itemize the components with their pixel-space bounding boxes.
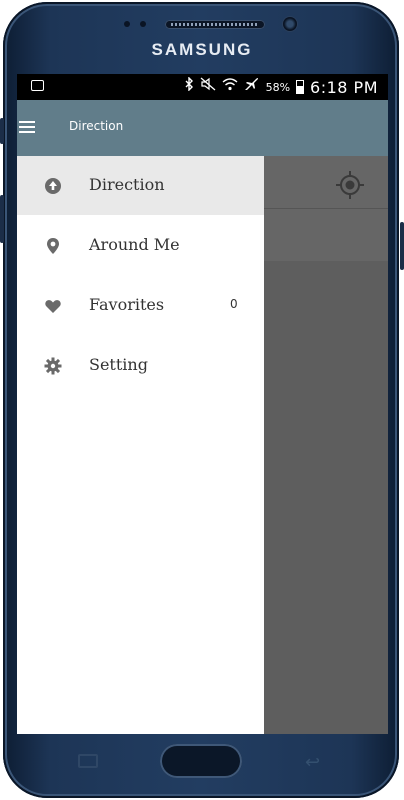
drawer-item-around-me[interactable]: Around Me [17, 216, 264, 275]
drawer-item-setting[interactable]: Setting [17, 336, 264, 395]
status-bar: 58% 6:18 PM [17, 74, 388, 100]
bluetooth-icon [184, 76, 194, 97]
recent-apps-key[interactable] [78, 754, 98, 768]
clock: 6:18 PM [310, 77, 378, 97]
drawer-item-label: Direction [89, 175, 165, 194]
front-camera [283, 17, 297, 31]
home-button[interactable] [160, 744, 242, 778]
drawer-item-direction[interactable]: Direction [17, 156, 264, 215]
my-location-icon [335, 170, 365, 200]
earpiece-speaker [165, 20, 265, 29]
scrim-input-row [264, 209, 388, 261]
back-key-icon[interactable]: ↩ [305, 752, 320, 773]
airplane-icon [244, 77, 260, 97]
drawer-item-favorites[interactable]: Favorites 0 [17, 276, 264, 335]
wifi-icon [222, 77, 238, 97]
drawer-item-label: Setting [89, 355, 148, 374]
message-icon [31, 80, 44, 91]
drawer-item-label: Favorites [89, 295, 165, 314]
drawer-item-label: Around Me [89, 235, 180, 254]
navigation-drawer: Direction Around Me Favorites 0 Setting [17, 156, 264, 734]
battery-percent: 58% [265, 80, 291, 94]
location-pin-icon [44, 237, 62, 255]
heart-icon [44, 297, 62, 315]
volume-button [0, 118, 4, 144]
scrim-header-row [264, 156, 388, 208]
power-button [400, 222, 404, 270]
screen: 58% 6:18 PM Direction Direction Around M… [17, 74, 388, 734]
app-bar-title: Direction [69, 119, 124, 133]
gear-icon [44, 357, 62, 375]
proximity-sensor [124, 21, 130, 27]
arrow-up-circle-icon [44, 177, 62, 195]
volume-button [0, 195, 4, 243]
mute-icon [200, 77, 216, 97]
menu-icon[interactable] [19, 121, 35, 133]
proximity-sensor [140, 21, 146, 27]
favorites-count: 0 [230, 297, 238, 311]
battery-icon [296, 80, 305, 94]
device-brand-logo: SAMSUNG [151, 40, 253, 59]
app-bar: Direction [17, 100, 388, 156]
